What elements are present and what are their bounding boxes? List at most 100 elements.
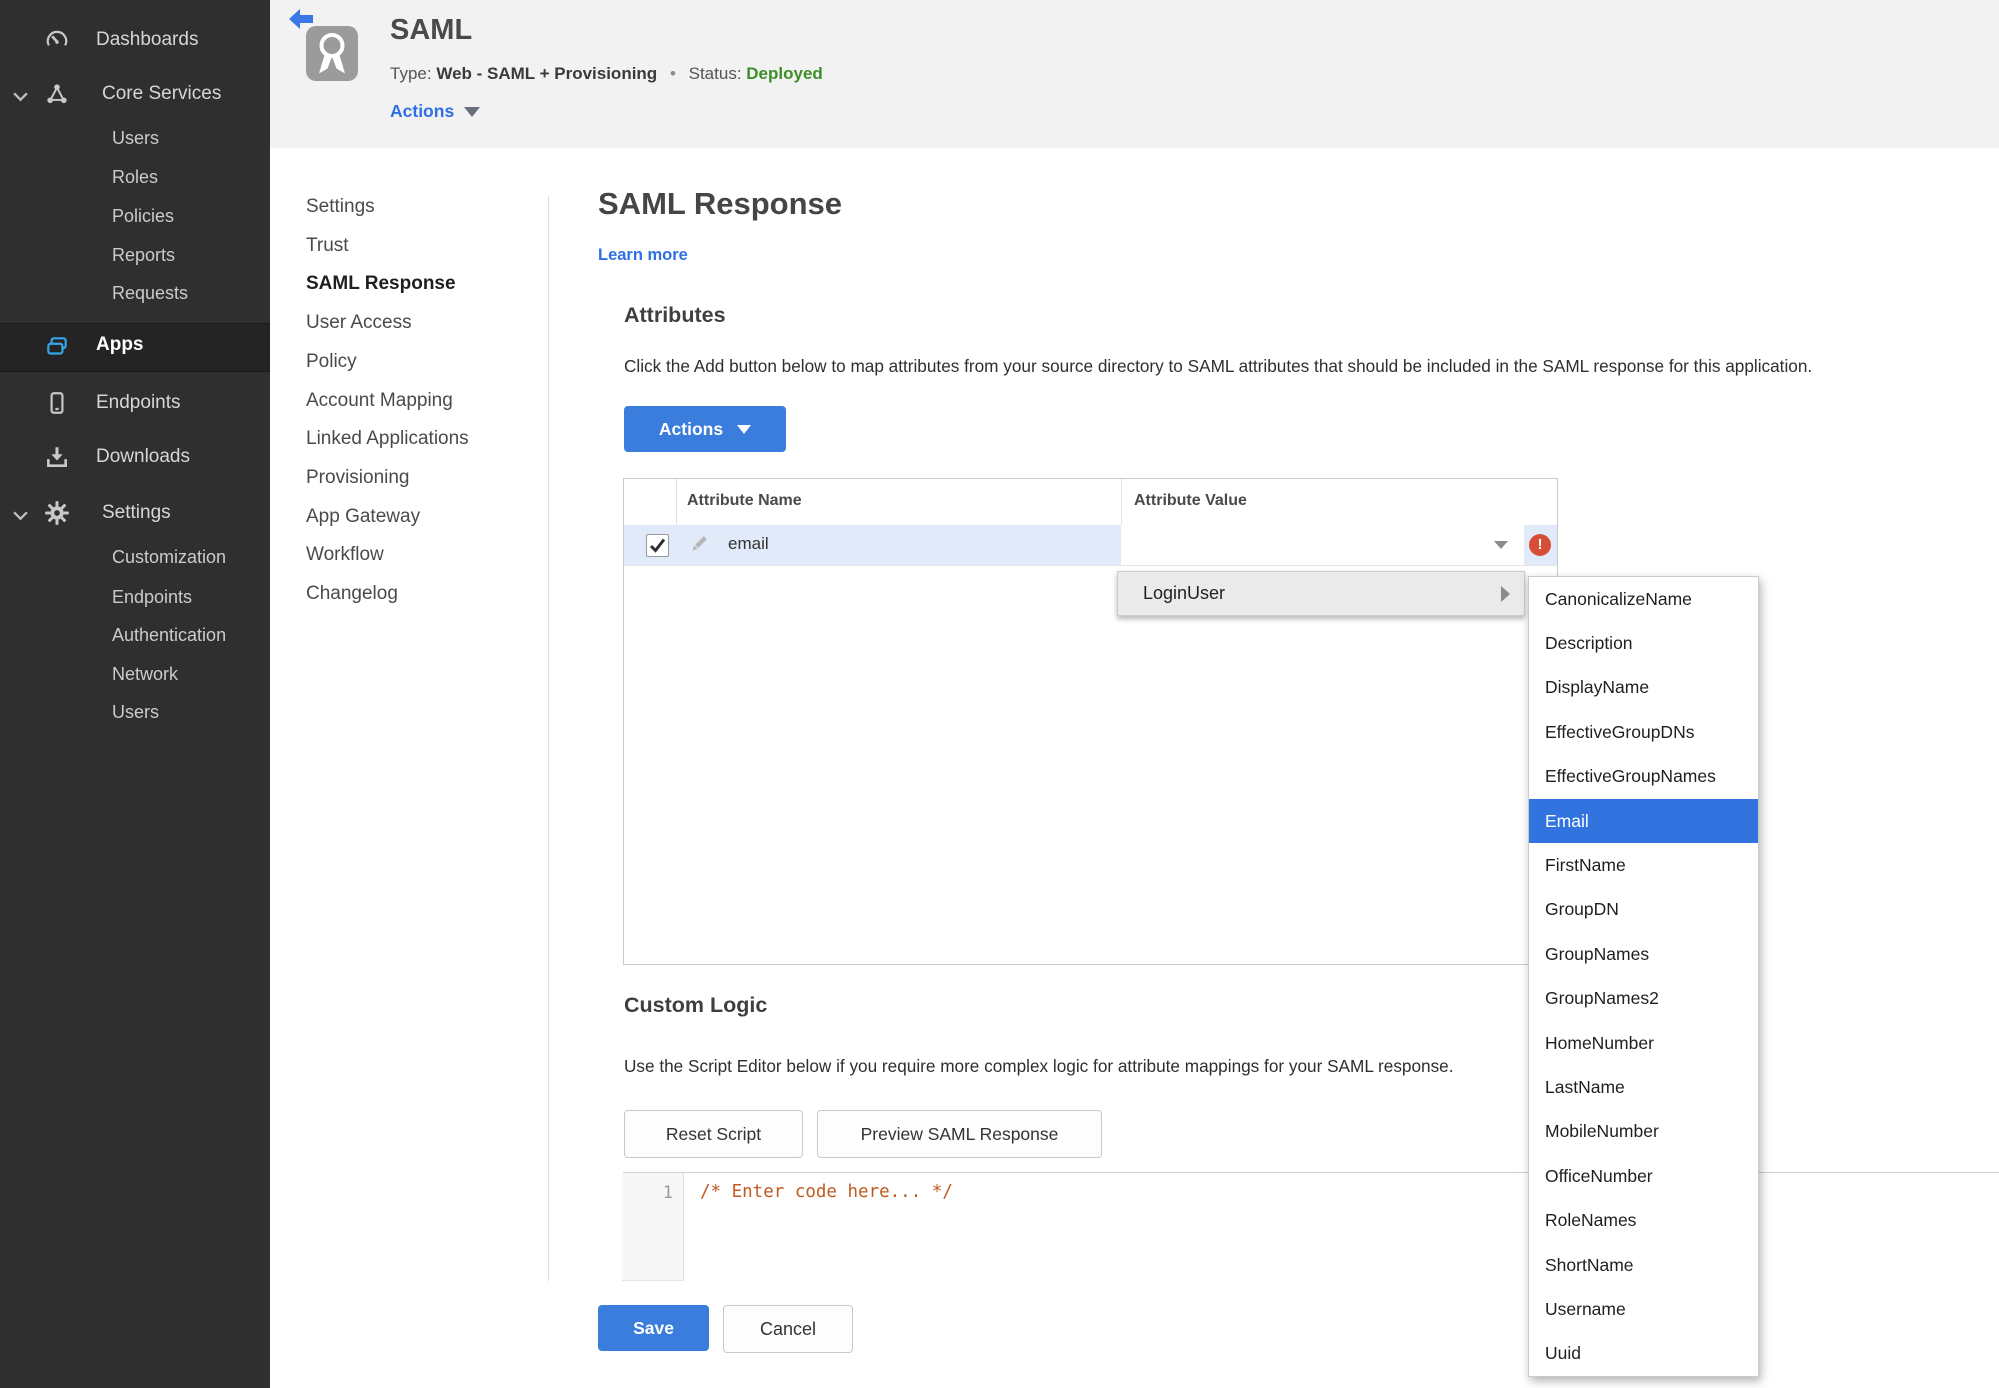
menu-item-homenumber[interactable]: HomeNumber	[1529, 1021, 1758, 1065]
downloads-icon	[47, 447, 67, 467]
app-meta: Type: Web - SAML + Provisioning • Status…	[390, 64, 823, 84]
header-actions-menu[interactable]: Actions	[390, 101, 481, 122]
menu-item-canonicalizename[interactable]: CanonicalizeName	[1529, 577, 1758, 621]
apps-icon	[47, 337, 67, 355]
sidebar-item-settings-endpoints[interactable]: Endpoints	[112, 587, 192, 608]
endpoints-icon	[50, 392, 64, 414]
sidebar-item-settings-users[interactable]: Users	[112, 702, 159, 723]
sidebar-item-policies[interactable]: Policies	[112, 206, 174, 227]
meta-separator: •	[669, 64, 676, 83]
type-value: Web - SAML + Provisioning	[436, 64, 658, 83]
line-number: 1	[662, 1183, 673, 1203]
attribute-value-dropdown[interactable]	[1121, 525, 1524, 565]
tab-trust[interactable]: Trust	[306, 235, 349, 257]
reset-script-button[interactable]: Reset Script	[624, 1110, 803, 1158]
value-menu-parent-label: LoginUser	[1143, 583, 1226, 603]
checkmark-icon	[649, 538, 666, 553]
tab-app-gateway[interactable]: App Gateway	[306, 506, 420, 528]
menu-item-effectivegroupdns[interactable]: EffectiveGroupDNs	[1529, 710, 1758, 754]
chevron-down-icon	[737, 424, 752, 434]
dashboards-icon	[46, 30, 68, 46]
row-checkbox[interactable]	[646, 534, 669, 557]
menu-item-groupnames2[interactable]: GroupNames2	[1529, 977, 1758, 1021]
subnav-divider	[548, 196, 549, 1281]
code-editor-content[interactable]: /* Enter code here... */	[700, 1182, 953, 1202]
menu-item-uuid[interactable]: Uuid	[1529, 1332, 1758, 1376]
sidebar-item-apps[interactable]: Apps	[0, 323, 270, 372]
sidebar-item-label: Endpoints	[96, 392, 181, 413]
core-services-icon	[47, 84, 67, 104]
code-editor-border	[623, 1172, 1999, 1173]
chevron-down-icon	[13, 511, 28, 521]
tab-workflow[interactable]: Workflow	[306, 544, 384, 566]
sidebar-item-label: Downloads	[96, 446, 190, 467]
tab-linked-applications[interactable]: Linked Applications	[306, 428, 469, 450]
error-icon: !	[1529, 534, 1551, 556]
sidebar-item-core-services[interactable]: Core Services	[0, 72, 270, 116]
learn-more-link[interactable]: Learn more	[598, 246, 688, 265]
sidebar-item-reports[interactable]: Reports	[112, 245, 175, 266]
main-sidebar: Dashboards Core Services Users Roles Pol…	[0, 0, 270, 1388]
tab-user-access[interactable]: User Access	[306, 312, 412, 334]
code-editor-gutter: 1	[622, 1173, 684, 1281]
save-button[interactable]: Save	[598, 1305, 709, 1351]
attributes-description: Click the Add button below to map attrib…	[624, 356, 1813, 376]
menu-item-mobilenumber[interactable]: MobileNumber	[1529, 1110, 1758, 1154]
gear-icon	[45, 501, 69, 525]
chevron-right-icon	[1501, 586, 1510, 602]
custom-logic-description: Use the Script Editor below if you requi…	[624, 1056, 1454, 1076]
sidebar-item-settings[interactable]: Settings	[0, 491, 270, 535]
status-badge: Deployed	[746, 64, 823, 83]
tab-provisioning[interactable]: Provisioning	[306, 467, 410, 489]
menu-item-lastname[interactable]: LastName	[1529, 1065, 1758, 1109]
sidebar-item-customization[interactable]: Customization	[112, 547, 226, 568]
app-icon	[306, 26, 358, 81]
sidebar-item-authentication[interactable]: Authentication	[112, 625, 226, 646]
menu-item-rolenames[interactable]: RoleNames	[1529, 1198, 1758, 1242]
preview-saml-response-button[interactable]: Preview SAML Response	[817, 1110, 1102, 1158]
table-row[interactable]: email !	[624, 525, 1557, 566]
header-actions-label: Actions	[390, 101, 455, 121]
attributes-table: Attribute Name Attribute Value email !	[623, 478, 1558, 965]
attributes-actions-button[interactable]: Actions	[624, 406, 786, 452]
tab-policy[interactable]: Policy	[306, 351, 357, 373]
sidebar-item-label: Core Services	[102, 83, 222, 104]
sidebar-item-roles[interactable]: Roles	[112, 167, 158, 188]
tab-changelog[interactable]: Changelog	[306, 583, 398, 605]
menu-item-firstname[interactable]: FirstName	[1529, 843, 1758, 887]
chevron-down-icon	[464, 107, 481, 118]
attribute-name-cell: email	[728, 534, 769, 553]
menu-item-email[interactable]: Email	[1529, 798, 1758, 844]
sidebar-item-downloads[interactable]: Downloads	[0, 435, 270, 479]
attributes-heading: Attributes	[624, 303, 726, 327]
sidebar-item-endpoints[interactable]: Endpoints	[0, 381, 270, 425]
value-menu-parent[interactable]: LoginUser	[1117, 571, 1525, 616]
sidebar-item-dashboards[interactable]: Dashboards	[0, 18, 270, 62]
tab-settings[interactable]: Settings	[306, 196, 375, 218]
menu-item-groupdn[interactable]: GroupDN	[1529, 888, 1758, 932]
menu-item-description[interactable]: Description	[1529, 621, 1758, 665]
menu-item-shortname[interactable]: ShortName	[1529, 1243, 1758, 1287]
sidebar-item-users[interactable]: Users	[112, 128, 159, 149]
cancel-label: Cancel	[759, 1318, 817, 1339]
column-header-attribute-value: Attribute Value	[1134, 492, 1247, 509]
edit-pencil-icon[interactable]	[688, 533, 710, 555]
tab-account-mapping[interactable]: Account Mapping	[306, 390, 453, 412]
menu-item-displayname[interactable]: DisplayName	[1529, 666, 1758, 710]
app-window: Dashboards Core Services Users Roles Pol…	[0, 0, 1999, 1388]
menu-item-effectivegroupnames[interactable]: EffectiveGroupNames	[1529, 755, 1758, 799]
tab-saml-response[interactable]: SAML Response	[306, 273, 456, 295]
sidebar-item-label: Settings	[102, 502, 171, 523]
sidebar-item-network[interactable]: Network	[112, 664, 178, 685]
type-label: Type:	[390, 64, 432, 83]
chevron-down-icon	[13, 92, 28, 102]
sidebar-item-requests[interactable]: Requests	[112, 283, 188, 304]
menu-item-officenumber[interactable]: OfficeNumber	[1529, 1154, 1758, 1198]
status-label: Status:	[688, 64, 742, 83]
menu-item-username[interactable]: Username	[1529, 1287, 1758, 1331]
sidebar-item-label: Dashboards	[96, 29, 199, 50]
sidebar-item-label: Apps	[96, 334, 144, 355]
column-header-attribute-name: Attribute Name	[687, 492, 802, 509]
menu-item-groupnames[interactable]: GroupNames	[1529, 932, 1758, 976]
cancel-button[interactable]: Cancel	[723, 1305, 853, 1353]
